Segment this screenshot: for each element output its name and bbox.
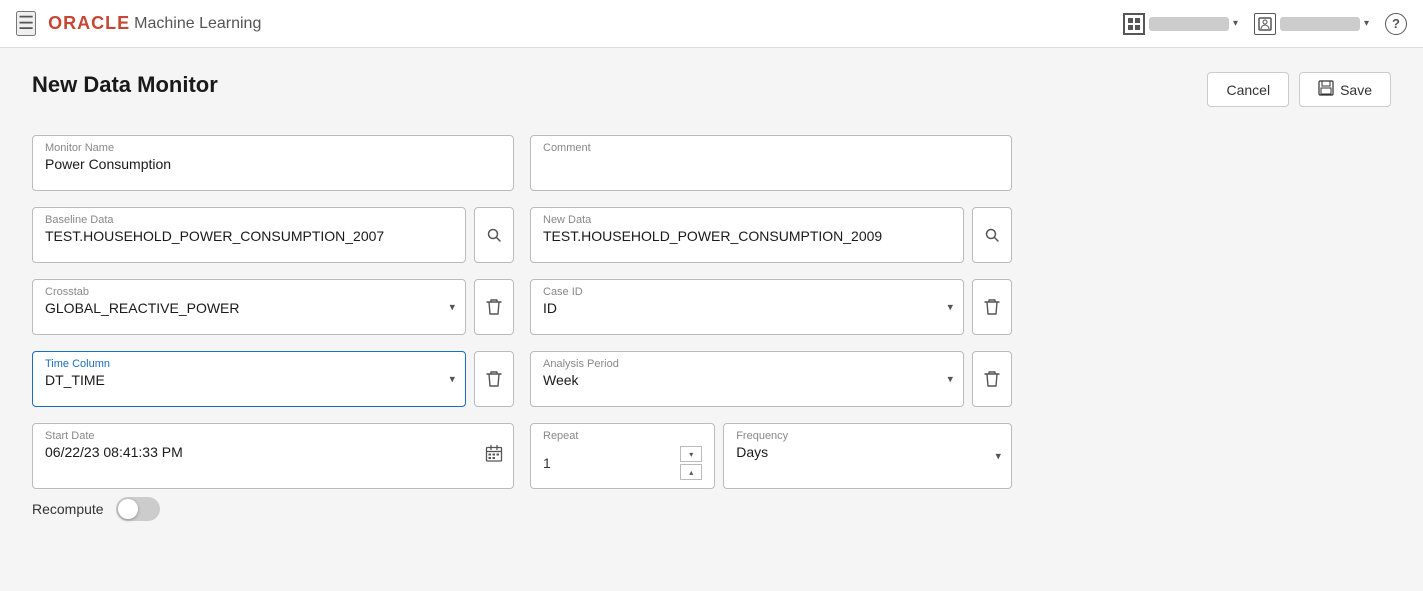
cancel-button[interactable]: Cancel: [1207, 72, 1289, 107]
crosstab-chevron-icon: ▾: [449, 301, 455, 314]
analysis-period-delete-button[interactable]: [972, 351, 1012, 407]
crosstab-row: Crosstab GLOBAL_REACTIVE_POWER ▾: [32, 279, 514, 335]
crosstab-value: GLOBAL_REACTIVE_POWER: [45, 300, 429, 316]
repeat-frequency-row: Repeat 1 ▾ ▴ Frequency Days ▾: [530, 423, 1012, 489]
case-id-row: Case ID ID ▾: [530, 279, 1012, 335]
header-right: ▾ ▾ ?: [1123, 13, 1407, 35]
frequency-chevron-icon: ▾: [995, 450, 1001, 463]
delete-icon: [984, 298, 1000, 316]
user-menu-button[interactable]: ▾: [1254, 13, 1369, 35]
repeat-label: Repeat: [543, 430, 702, 442]
time-column-value: DT_TIME: [45, 372, 429, 388]
hamburger-menu-button[interactable]: ☰: [16, 11, 36, 36]
start-date-label: Start Date: [45, 430, 501, 442]
case-id-chevron-icon: ▾: [947, 301, 953, 314]
case-id-value: ID: [543, 300, 927, 316]
frequency-label: Frequency: [736, 430, 975, 442]
case-id-label: Case ID: [543, 286, 927, 298]
start-date-field: Start Date: [32, 423, 514, 489]
delete-icon: [486, 298, 502, 316]
ml-text: Machine Learning: [134, 15, 261, 33]
baseline-search-button[interactable]: [474, 207, 514, 263]
delete-icon: [486, 370, 502, 388]
time-column-label: Time Column: [45, 358, 429, 370]
repeat-value: 1: [543, 455, 672, 471]
recompute-label: Recompute: [32, 501, 104, 517]
analysis-period-label: Analysis Period: [543, 358, 927, 370]
form-grid: Monitor Name Comment Baseline Data New D…: [32, 135, 1012, 489]
app-header: ☰ ORACLE Machine Learning ▾: [0, 0, 1423, 48]
avatar-icon: [1254, 13, 1276, 35]
monitor-name-field: Monitor Name: [32, 135, 514, 191]
new-data-label: New Data: [543, 214, 951, 226]
page-header: New Data Monitor Cancel Save: [32, 72, 1391, 107]
analysis-period-row: Analysis Period Week ▾: [530, 351, 1012, 407]
frequency-value: Days: [736, 444, 975, 460]
baseline-data-label: Baseline Data: [45, 214, 453, 226]
comment-label: Comment: [543, 142, 999, 154]
delete-icon: [984, 370, 1000, 388]
comment-input[interactable]: [543, 156, 999, 172]
repeat-down-button[interactable]: ▾: [680, 446, 702, 462]
apps-menu-button[interactable]: ▾: [1123, 13, 1238, 35]
recompute-toggle[interactable]: [116, 497, 160, 521]
repeat-up-button[interactable]: ▴: [680, 464, 702, 480]
monitor-name-input[interactable]: [45, 156, 501, 172]
save-icon: [1318, 80, 1334, 99]
save-button[interactable]: Save: [1299, 72, 1391, 107]
recompute-row: Recompute: [32, 497, 1391, 521]
crosstab-delete-button[interactable]: [474, 279, 514, 335]
header-left: ☰ ORACLE Machine Learning: [16, 11, 261, 36]
case-id-field: Case ID ID ▾: [530, 279, 964, 335]
time-column-field: Time Column DT_TIME ▾: [32, 351, 466, 407]
frequency-field: Frequency Days ▾: [723, 423, 1012, 489]
new-data-input[interactable]: [543, 228, 951, 244]
baseline-data-row: Baseline Data: [32, 207, 514, 263]
username-label: [1149, 17, 1229, 31]
monitor-name-label: Monitor Name: [45, 142, 501, 154]
search-icon: [486, 227, 502, 243]
start-date-input[interactable]: [45, 444, 501, 460]
analysis-period-value: Week: [543, 372, 927, 388]
baseline-data-field: Baseline Data: [32, 207, 466, 263]
repeat-field: Repeat 1 ▾ ▴: [530, 423, 715, 489]
case-id-delete-button[interactable]: [972, 279, 1012, 335]
time-column-chevron-icon: ▾: [449, 373, 455, 386]
analysis-period-chevron-icon: ▾: [947, 373, 953, 386]
page-title: New Data Monitor: [32, 72, 218, 98]
help-icon[interactable]: ?: [1385, 13, 1407, 35]
crosstab-field: Crosstab GLOBAL_REACTIVE_POWER ▾: [32, 279, 466, 335]
crosstab-label: Crosstab: [45, 286, 429, 298]
new-data-search-button[interactable]: [972, 207, 1012, 263]
new-data-field: New Data: [530, 207, 964, 263]
apps-chevron-icon: ▾: [1233, 18, 1238, 29]
analysis-period-field: Analysis Period Week ▾: [530, 351, 964, 407]
user-name-text: [1280, 17, 1360, 31]
repeat-spinners: ▾ ▴: [680, 446, 702, 480]
oracle-text: ORACLE: [48, 13, 130, 34]
oracle-logo: ORACLE Machine Learning: [48, 13, 261, 34]
header-actions: Cancel Save: [1207, 72, 1391, 107]
time-column-delete-button[interactable]: [474, 351, 514, 407]
time-column-row: Time Column DT_TIME ▾: [32, 351, 514, 407]
apps-grid-icon: [1123, 13, 1145, 35]
search-icon: [984, 227, 1000, 243]
page-content: New Data Monitor Cancel Save Monitor Nam…: [0, 48, 1423, 591]
user-chevron-icon: ▾: [1364, 18, 1369, 29]
comment-field: Comment: [530, 135, 1012, 191]
new-data-row: New Data: [530, 207, 1012, 263]
save-label: Save: [1340, 82, 1372, 98]
repeat-controls: 1 ▾ ▴: [543, 446, 702, 480]
baseline-data-input[interactable]: [45, 228, 453, 244]
calendar-icon[interactable]: [485, 445, 503, 468]
